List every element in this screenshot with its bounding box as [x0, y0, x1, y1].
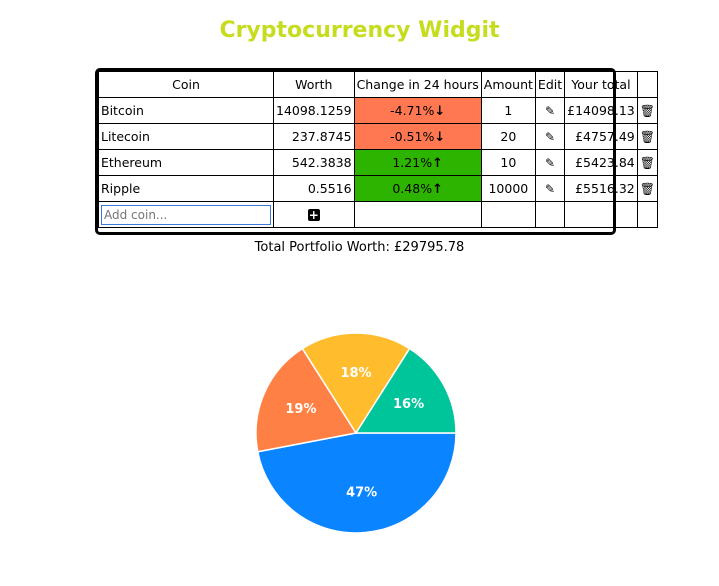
pie-slice-label: 47%	[346, 486, 377, 501]
pie-slice-label: 19%	[285, 402, 316, 417]
pie-slice-label: 18%	[340, 366, 371, 381]
pie-slice-label: 16%	[393, 397, 424, 412]
pie-slice	[256, 432, 457, 534]
portfolio-pie-chart: 47% 19% 18% 16%	[255, 332, 457, 534]
